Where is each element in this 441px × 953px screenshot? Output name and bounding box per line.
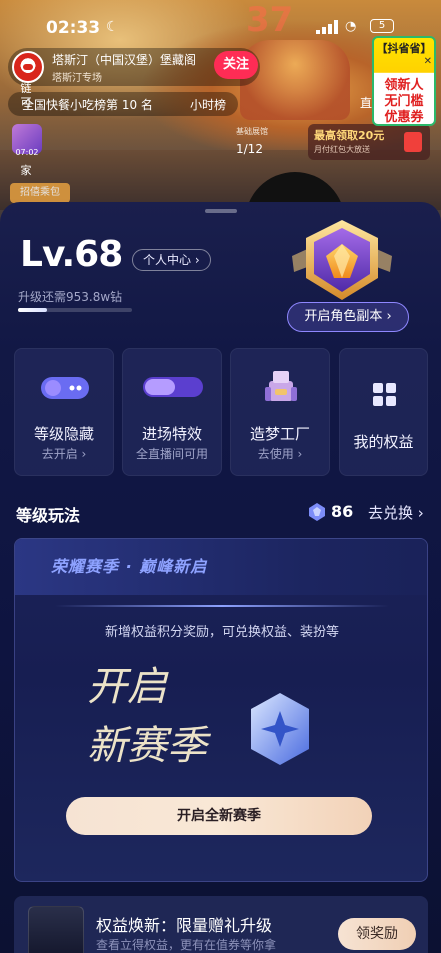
- season-banner-title: 荣耀赛季 · 巅峰新启: [51, 557, 208, 576]
- grid-icon: [373, 383, 396, 406]
- status-time: 02:33: [46, 18, 101, 38]
- feature-dream-factory[interactable]: 造梦工厂 去使用 ›: [230, 348, 330, 476]
- wifi-icon: ◔: [345, 19, 357, 34]
- crystal-icon: [251, 693, 309, 765]
- red-envelope-icon: [404, 132, 422, 152]
- personal-center-button[interactable]: 个人中心 ›: [132, 249, 211, 271]
- level-progress-bar: [18, 308, 132, 312]
- season-art-line2: 新赛季: [87, 723, 207, 769]
- red-packet-subtitle: 月付红包大放送: [314, 145, 370, 154]
- side-strip-bottom: 家: [20, 164, 32, 177]
- feature-title: 等级隐藏: [33, 425, 94, 443]
- season-card: 荣耀赛季 · 巅峰新启 新增权益积分奖励，可兑换权益、装扮等 开启 新赛季 开启…: [14, 538, 428, 882]
- close-icon[interactable]: ✕: [424, 56, 432, 67]
- feature-entrance-effect[interactable]: 进场特效 全直播间可用: [122, 348, 222, 476]
- level-badge-icon: [292, 220, 392, 300]
- start-new-season-button[interactable]: 开启全新赛季: [66, 797, 372, 835]
- moon-icon: ☾: [106, 19, 119, 35]
- section-title: 等级玩法: [16, 506, 81, 525]
- promo-card[interactable]: 【抖省省】 ✕ 领新人 无门槛 优惠券: [372, 36, 436, 126]
- level-progress-fill: [18, 308, 47, 312]
- diamond-gem-icon: [309, 503, 325, 521]
- feature-title: 造梦工厂: [249, 425, 310, 443]
- season-description: 新增权益积分奖励，可兑换权益、装扮等: [104, 625, 339, 640]
- side-thumb-time: 07:02: [15, 148, 39, 157]
- entrance-effect-icon: [143, 377, 203, 397]
- feature-title: 我的权益: [353, 433, 414, 451]
- side-strip[interactable]: 链 可 07:02 家: [10, 82, 42, 182]
- rights-upgrade-subtitle: 查看立得权益，更有在值券等你拿: [96, 938, 277, 952]
- kitchen-tag: 招僖乘包: [10, 183, 70, 203]
- feature-subtitle: 全直播间可用: [135, 447, 208, 461]
- level-title: Lv.68: [20, 234, 123, 275]
- burger-image: [240, 40, 350, 120]
- rights-upgrade-card[interactable]: 权益焕新：限量赠礼升级 查看立得权益，更有在值券等你拿 领奖励: [14, 896, 428, 953]
- promo-main: 领新人 无门槛 优惠券: [384, 78, 424, 125]
- red-packet-title: 最高领取20元: [314, 129, 385, 142]
- page-counter: 1/12: [236, 142, 263, 156]
- open-dungeon-button[interactable]: 开启角色副本 ›: [287, 302, 409, 332]
- rights-upgrade-title: 权益焕新：限量赠礼升级: [96, 916, 273, 935]
- base-show-label: 基础展馆: [236, 127, 268, 136]
- season-art-line1: 开启: [87, 664, 167, 710]
- feature-subtitle: 去开启 ›: [41, 447, 87, 461]
- level-sheet: Lv.68 个人中心 › 升级还需953.8w钻 开启角色副本 › 等级隐藏 去…: [0, 202, 441, 953]
- feature-title: 进场特效: [141, 425, 202, 443]
- dream-factory-icon: [265, 371, 297, 401]
- battery-icon: 5: [370, 19, 394, 33]
- gift-box-image: [28, 906, 84, 953]
- feature-subtitle: 去使用 ›: [257, 447, 303, 461]
- red-packet-banner[interactable]: 最高领取20元 月付红包大放送: [308, 124, 430, 160]
- gem-count: 86: [331, 502, 354, 521]
- host-subtitle: 塔斯汀专场: [52, 73, 102, 84]
- feature-my-rights[interactable]: 我的权益: [339, 348, 428, 476]
- hourly-rank-label[interactable]: 小时榜: [190, 96, 226, 113]
- rank-bar[interactable]: 全国快餐小吃榜第 10 名 小时榜: [8, 92, 238, 116]
- exchange-link[interactable]: 去兑换 ›: [368, 502, 424, 523]
- feature-level-hidden[interactable]: 等级隐藏 去开启 ›: [14, 348, 114, 476]
- signal-icon: [316, 20, 338, 34]
- host-name: 塔斯汀（中国汉堡）堡藏阁: [52, 53, 197, 67]
- host-avatar[interactable]: [12, 51, 44, 83]
- side-strip-top: 链 可: [20, 82, 32, 109]
- promo-top: 【抖省省】: [376, 42, 432, 55]
- upgrade-requirement: 升级还需953.8w钻: [18, 290, 123, 304]
- divider: [55, 605, 389, 607]
- follow-button[interactable]: 关注: [214, 51, 258, 79]
- hidden-toggle-icon: [41, 377, 89, 399]
- claim-reward-button[interactable]: 领奖励: [338, 918, 416, 950]
- sheet-drag-handle[interactable]: [205, 209, 237, 213]
